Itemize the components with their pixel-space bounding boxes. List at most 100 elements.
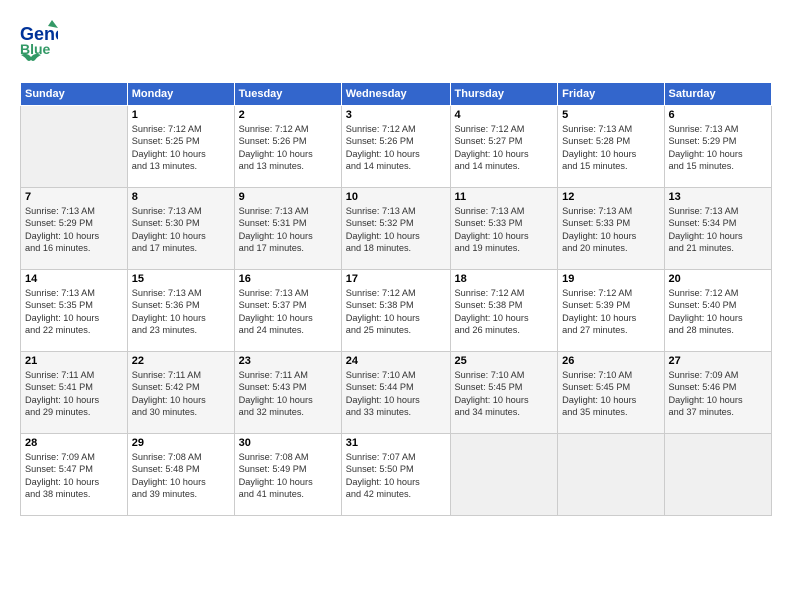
calendar-table: SundayMondayTuesdayWednesdayThursdayFrid… <box>20 82 772 516</box>
day-info: Sunrise: 7:12 AM Sunset: 5:25 PM Dayligh… <box>132 123 230 173</box>
day-number: 16 <box>239 273 337 285</box>
day-number: 3 <box>346 109 446 121</box>
week-row-4: 21 Sunrise: 7:11 AM Sunset: 5:41 PM Dayli… <box>21 352 772 434</box>
day-info: Sunrise: 7:13 AM Sunset: 5:29 PM Dayligh… <box>25 205 123 255</box>
day-info: Sunrise: 7:13 AM Sunset: 5:34 PM Dayligh… <box>669 205 768 255</box>
week-row-3: 14 Sunrise: 7:13 AM Sunset: 5:35 PM Dayli… <box>21 270 772 352</box>
day-number: 28 <box>25 437 123 449</box>
calendar-cell: 3Sunrise: 7:12 AM Sunset: 5:26 PM Daylig… <box>341 106 450 188</box>
calendar-cell: 20 Sunrise: 7:12 AM Sunset: 5:40 PM Dayli… <box>664 270 772 352</box>
day-info: Sunrise: 7:12 AM Sunset: 5:39 PM Dayligh… <box>562 287 659 337</box>
day-number: 25 <box>455 355 554 367</box>
day-number: 13 <box>669 191 768 203</box>
header-row: SundayMondayTuesdayWednesdayThursdayFrid… <box>21 83 772 106</box>
logo-bird-icon <box>21 52 43 72</box>
day-info: Sunrise: 7:10 AM Sunset: 5:45 PM Dayligh… <box>455 369 554 419</box>
day-header-tuesday: Tuesday <box>234 83 341 106</box>
calendar-cell <box>664 434 772 516</box>
day-header-friday: Friday <box>558 83 664 106</box>
day-number: 7 <box>25 191 123 203</box>
day-number: 5 <box>562 109 659 121</box>
calendar-cell <box>21 106 128 188</box>
day-header-sunday: Sunday <box>21 83 128 106</box>
calendar-cell <box>450 434 558 516</box>
calendar-cell: 16 Sunrise: 7:13 AM Sunset: 5:37 PM Dayli… <box>234 270 341 352</box>
calendar-cell: 17 Sunrise: 7:12 AM Sunset: 5:38 PM Dayli… <box>341 270 450 352</box>
calendar-cell: 26Sunrise: 7:10 AM Sunset: 5:45 PM Dayli… <box>558 352 664 434</box>
day-info: Sunrise: 7:13 AM Sunset: 5:37 PM Dayligh… <box>239 287 337 337</box>
calendar-cell: 4 Sunrise: 7:12 AM Sunset: 5:27 PM Daylig… <box>450 106 558 188</box>
day-info: Sunrise: 7:12 AM Sunset: 5:38 PM Dayligh… <box>455 287 554 337</box>
day-number: 10 <box>346 191 446 203</box>
day-info: Sunrise: 7:13 AM Sunset: 5:36 PM Dayligh… <box>132 287 230 337</box>
calendar-cell: 31Sunrise: 7:07 AM Sunset: 5:50 PM Dayli… <box>341 434 450 516</box>
page: General Blue SundayMondayTuesdayWednesda… <box>0 0 792 612</box>
day-number: 22 <box>132 355 230 367</box>
calendar-cell: 1 Sunrise: 7:12 AM Sunset: 5:25 PM Daylig… <box>127 106 234 188</box>
calendar-cell: 9Sunrise: 7:13 AM Sunset: 5:31 PM Daylig… <box>234 188 341 270</box>
day-info: Sunrise: 7:09 AM Sunset: 5:46 PM Dayligh… <box>669 369 768 419</box>
calendar-cell: 22 Sunrise: 7:11 AM Sunset: 5:42 PM Dayli… <box>127 352 234 434</box>
day-number: 23 <box>239 355 337 367</box>
day-number: 6 <box>669 109 768 121</box>
day-number: 31 <box>346 437 446 449</box>
day-info: Sunrise: 7:13 AM Sunset: 5:33 PM Dayligh… <box>562 205 659 255</box>
calendar-cell: 27 Sunrise: 7:09 AM Sunset: 5:46 PM Dayli… <box>664 352 772 434</box>
day-info: Sunrise: 7:13 AM Sunset: 5:29 PM Dayligh… <box>669 123 768 173</box>
day-header-monday: Monday <box>127 83 234 106</box>
day-header-wednesday: Wednesday <box>341 83 450 106</box>
calendar-cell: 14 Sunrise: 7:13 AM Sunset: 5:35 PM Dayli… <box>21 270 128 352</box>
day-number: 17 <box>346 273 446 285</box>
calendar-cell: 23 Sunrise: 7:11 AM Sunset: 5:43 PM Dayli… <box>234 352 341 434</box>
day-info: Sunrise: 7:13 AM Sunset: 5:30 PM Dayligh… <box>132 205 230 255</box>
header: General Blue <box>20 18 772 72</box>
calendar-cell: 29 Sunrise: 7:08 AM Sunset: 5:48 PM Dayli… <box>127 434 234 516</box>
day-number: 29 <box>132 437 230 449</box>
logo-icon: General Blue <box>20 18 58 56</box>
calendar-cell: 25 Sunrise: 7:10 AM Sunset: 5:45 PM Dayli… <box>450 352 558 434</box>
day-info: Sunrise: 7:08 AM Sunset: 5:48 PM Dayligh… <box>132 451 230 501</box>
logo: General Blue <box>20 18 58 72</box>
day-number: 30 <box>239 437 337 449</box>
calendar-cell: 7 Sunrise: 7:13 AM Sunset: 5:29 PM Daylig… <box>21 188 128 270</box>
week-row-1: 1 Sunrise: 7:12 AM Sunset: 5:25 PM Daylig… <box>21 106 772 188</box>
day-number: 26 <box>562 355 659 367</box>
day-info: Sunrise: 7:12 AM Sunset: 5:38 PM Dayligh… <box>346 287 446 337</box>
day-number: 15 <box>132 273 230 285</box>
day-number: 18 <box>455 273 554 285</box>
day-info: Sunrise: 7:13 AM Sunset: 5:33 PM Dayligh… <box>455 205 554 255</box>
day-info: Sunrise: 7:12 AM Sunset: 5:27 PM Dayligh… <box>455 123 554 173</box>
day-number: 4 <box>455 109 554 121</box>
calendar-cell: 12 Sunrise: 7:13 AM Sunset: 5:33 PM Dayli… <box>558 188 664 270</box>
day-number: 27 <box>669 355 768 367</box>
day-number: 21 <box>25 355 123 367</box>
day-number: 12 <box>562 191 659 203</box>
day-header-thursday: Thursday <box>450 83 558 106</box>
calendar-cell: 15 Sunrise: 7:13 AM Sunset: 5:36 PM Dayli… <box>127 270 234 352</box>
day-number: 19 <box>562 273 659 285</box>
day-number: 2 <box>239 109 337 121</box>
day-info: Sunrise: 7:09 AM Sunset: 5:47 PM Dayligh… <box>25 451 123 501</box>
day-info: Sunrise: 7:13 AM Sunset: 5:35 PM Dayligh… <box>25 287 123 337</box>
calendar-cell: 10Sunrise: 7:13 AM Sunset: 5:32 PM Dayli… <box>341 188 450 270</box>
day-number: 24 <box>346 355 446 367</box>
calendar-cell: 5Sunrise: 7:13 AM Sunset: 5:28 PM Daylig… <box>558 106 664 188</box>
day-info: Sunrise: 7:11 AM Sunset: 5:42 PM Dayligh… <box>132 369 230 419</box>
day-number: 8 <box>132 191 230 203</box>
day-info: Sunrise: 7:12 AM Sunset: 5:40 PM Dayligh… <box>669 287 768 337</box>
day-number: 14 <box>25 273 123 285</box>
day-number: 11 <box>455 191 554 203</box>
day-info: Sunrise: 7:12 AM Sunset: 5:26 PM Dayligh… <box>239 123 337 173</box>
calendar-cell: 19 Sunrise: 7:12 AM Sunset: 5:39 PM Dayli… <box>558 270 664 352</box>
day-info: Sunrise: 7:11 AM Sunset: 5:43 PM Dayligh… <box>239 369 337 419</box>
day-number: 1 <box>132 109 230 121</box>
calendar-cell: 21 Sunrise: 7:11 AM Sunset: 5:41 PM Dayli… <box>21 352 128 434</box>
day-info: Sunrise: 7:11 AM Sunset: 5:41 PM Dayligh… <box>25 369 123 419</box>
calendar-cell: 8 Sunrise: 7:13 AM Sunset: 5:30 PM Daylig… <box>127 188 234 270</box>
calendar-cell: 11 Sunrise: 7:13 AM Sunset: 5:33 PM Dayli… <box>450 188 558 270</box>
day-info: Sunrise: 7:10 AM Sunset: 5:44 PM Dayligh… <box>346 369 446 419</box>
calendar-cell: 30Sunrise: 7:08 AM Sunset: 5:49 PM Dayli… <box>234 434 341 516</box>
calendar-cell: 13 Sunrise: 7:13 AM Sunset: 5:34 PM Dayli… <box>664 188 772 270</box>
calendar-cell: 6 Sunrise: 7:13 AM Sunset: 5:29 PM Daylig… <box>664 106 772 188</box>
day-number: 20 <box>669 273 768 285</box>
